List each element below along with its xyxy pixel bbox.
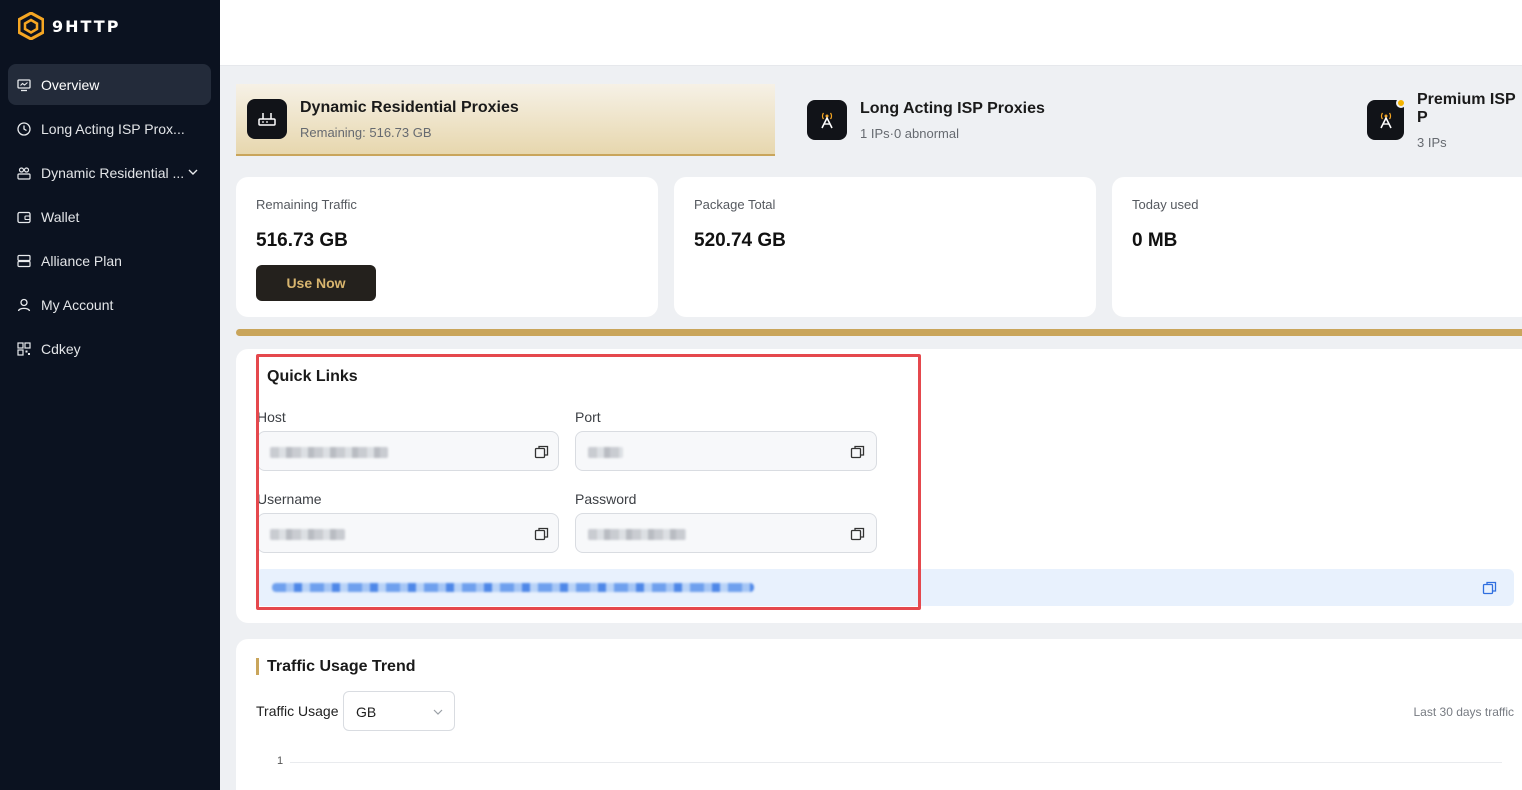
- sidebar: 9HTTP Overview Long Acting ISP Prox... D…: [0, 0, 220, 790]
- logo-hexagon-icon: [18, 12, 44, 40]
- sidebar-item-label: Long Acting ISP Prox...: [41, 120, 185, 137]
- sidebar-nav: Overview Long Acting ISP Prox... Dynamic…: [8, 64, 211, 372]
- package-total-card: Package Total 520.74 GB: [674, 177, 1096, 317]
- stat-label: Package Total: [694, 197, 776, 212]
- sidebar-item-my-account[interactable]: My Account: [8, 284, 211, 325]
- tab-title: Dynamic Residential Proxies: [300, 98, 519, 116]
- stat-value: 520.74 GB: [694, 230, 786, 251]
- quick-links-title: Quick Links: [267, 368, 358, 385]
- sidebar-item-alliance-plan[interactable]: Alliance Plan: [8, 240, 211, 281]
- sidebar-item-label: Dynamic Residential ...: [41, 164, 185, 181]
- stat-value: 516.73 GB: [256, 230, 348, 251]
- redacted-value: [588, 447, 623, 458]
- logo-text: 9HTTP: [52, 16, 121, 36]
- copy-icon[interactable]: [534, 526, 550, 542]
- stat-label: Remaining Traffic: [256, 197, 357, 212]
- tab-dynamic-residential[interactable]: Dynamic Residential Proxies Remaining: 5…: [236, 84, 775, 156]
- clock-icon: [16, 121, 32, 137]
- traffic-trend-title: Traffic Usage Trend: [256, 658, 416, 675]
- range-note: Last 30 days traffic: [1413, 705, 1515, 719]
- sidebar-item-cdkey[interactable]: Cdkey: [8, 328, 211, 369]
- sidebar-item-overview[interactable]: Overview: [8, 64, 211, 105]
- unit-select[interactable]: GB: [343, 691, 455, 731]
- port-field[interactable]: [575, 431, 877, 471]
- redacted-value: [588, 529, 686, 540]
- tab-premium-isp[interactable]: Premium ISP P 3 IPs: [1356, 84, 1522, 156]
- host-field[interactable]: [257, 431, 559, 471]
- server-icon: [16, 253, 32, 269]
- chevron-down-icon[interactable]: [187, 166, 199, 178]
- grid-icon: [16, 341, 32, 357]
- remaining-traffic-card: Remaining Traffic 516.73 GB Use Now: [236, 177, 658, 317]
- chart-grid-line: [290, 762, 1502, 763]
- use-now-button[interactable]: Use Now: [256, 265, 376, 301]
- sidebar-item-dynamic-residential[interactable]: Dynamic Residential ...: [8, 152, 211, 193]
- section-divider-bar: [236, 329, 1522, 336]
- redacted-value: [270, 529, 345, 540]
- tab-subtitle: 3 IPs: [1417, 134, 1447, 150]
- chevron-down-icon: [433, 709, 443, 715]
- password-field[interactable]: [575, 513, 877, 553]
- user-icon: [16, 297, 32, 313]
- username-label: Username: [257, 491, 322, 507]
- redacted-value: [270, 447, 388, 458]
- users-icon: [16, 165, 32, 181]
- copy-icon[interactable]: [850, 444, 866, 460]
- sidebar-item-long-acting-isp[interactable]: Long Acting ISP Prox...: [8, 108, 211, 149]
- proxy-url-bar[interactable]: [256, 569, 1514, 606]
- username-field[interactable]: [257, 513, 559, 553]
- password-label: Password: [575, 491, 637, 507]
- wallet-icon: [16, 209, 32, 225]
- logo[interactable]: 9HTTP: [18, 12, 120, 40]
- sidebar-item-label: Overview: [41, 76, 100, 93]
- monitor-icon: [16, 77, 32, 93]
- sidebar-item-label: My Account: [41, 296, 114, 313]
- premium-badge-dot: [1396, 98, 1406, 108]
- top-header: [220, 0, 1522, 66]
- sidebar-item-label: Cdkey: [41, 340, 81, 357]
- tab-subtitle: 1 IPs·0 abnormal: [860, 125, 959, 141]
- product-tabs: Dynamic Residential Proxies Remaining: 5…: [236, 84, 1522, 156]
- y-axis-tick: 1: [277, 755, 284, 767]
- tab-long-acting-isp[interactable]: Long Acting ISP Proxies 1 IPs·0 abnormal: [796, 84, 1045, 156]
- copy-icon[interactable]: [534, 444, 550, 460]
- antenna-icon: [1367, 98, 1406, 140]
- traffic-usage-label: Traffic Usage: [256, 703, 339, 719]
- antenna-icon: [807, 100, 847, 140]
- sidebar-item-wallet[interactable]: Wallet: [8, 196, 211, 237]
- sidebar-item-label: Wallet: [41, 208, 80, 225]
- stat-value: 0 MB: [1132, 230, 1178, 251]
- port-label: Port: [575, 409, 601, 425]
- stat-label: Today used: [1132, 197, 1199, 212]
- sidebar-item-label: Alliance Plan: [41, 252, 122, 269]
- redacted-proxy-url: [272, 583, 754, 592]
- today-used-card: Today used 0 MB: [1112, 177, 1522, 317]
- tab-title: Long Acting ISP Proxies: [860, 99, 1045, 117]
- unit-select-value: GB: [356, 704, 377, 720]
- copy-icon[interactable]: [1482, 580, 1498, 596]
- tab-title: Premium ISP P: [1417, 90, 1516, 126]
- host-label: Host: [257, 409, 286, 425]
- copy-icon[interactable]: [850, 526, 866, 542]
- router-icon: [247, 99, 287, 139]
- tab-subtitle: Remaining: 516.73 GB: [300, 124, 432, 140]
